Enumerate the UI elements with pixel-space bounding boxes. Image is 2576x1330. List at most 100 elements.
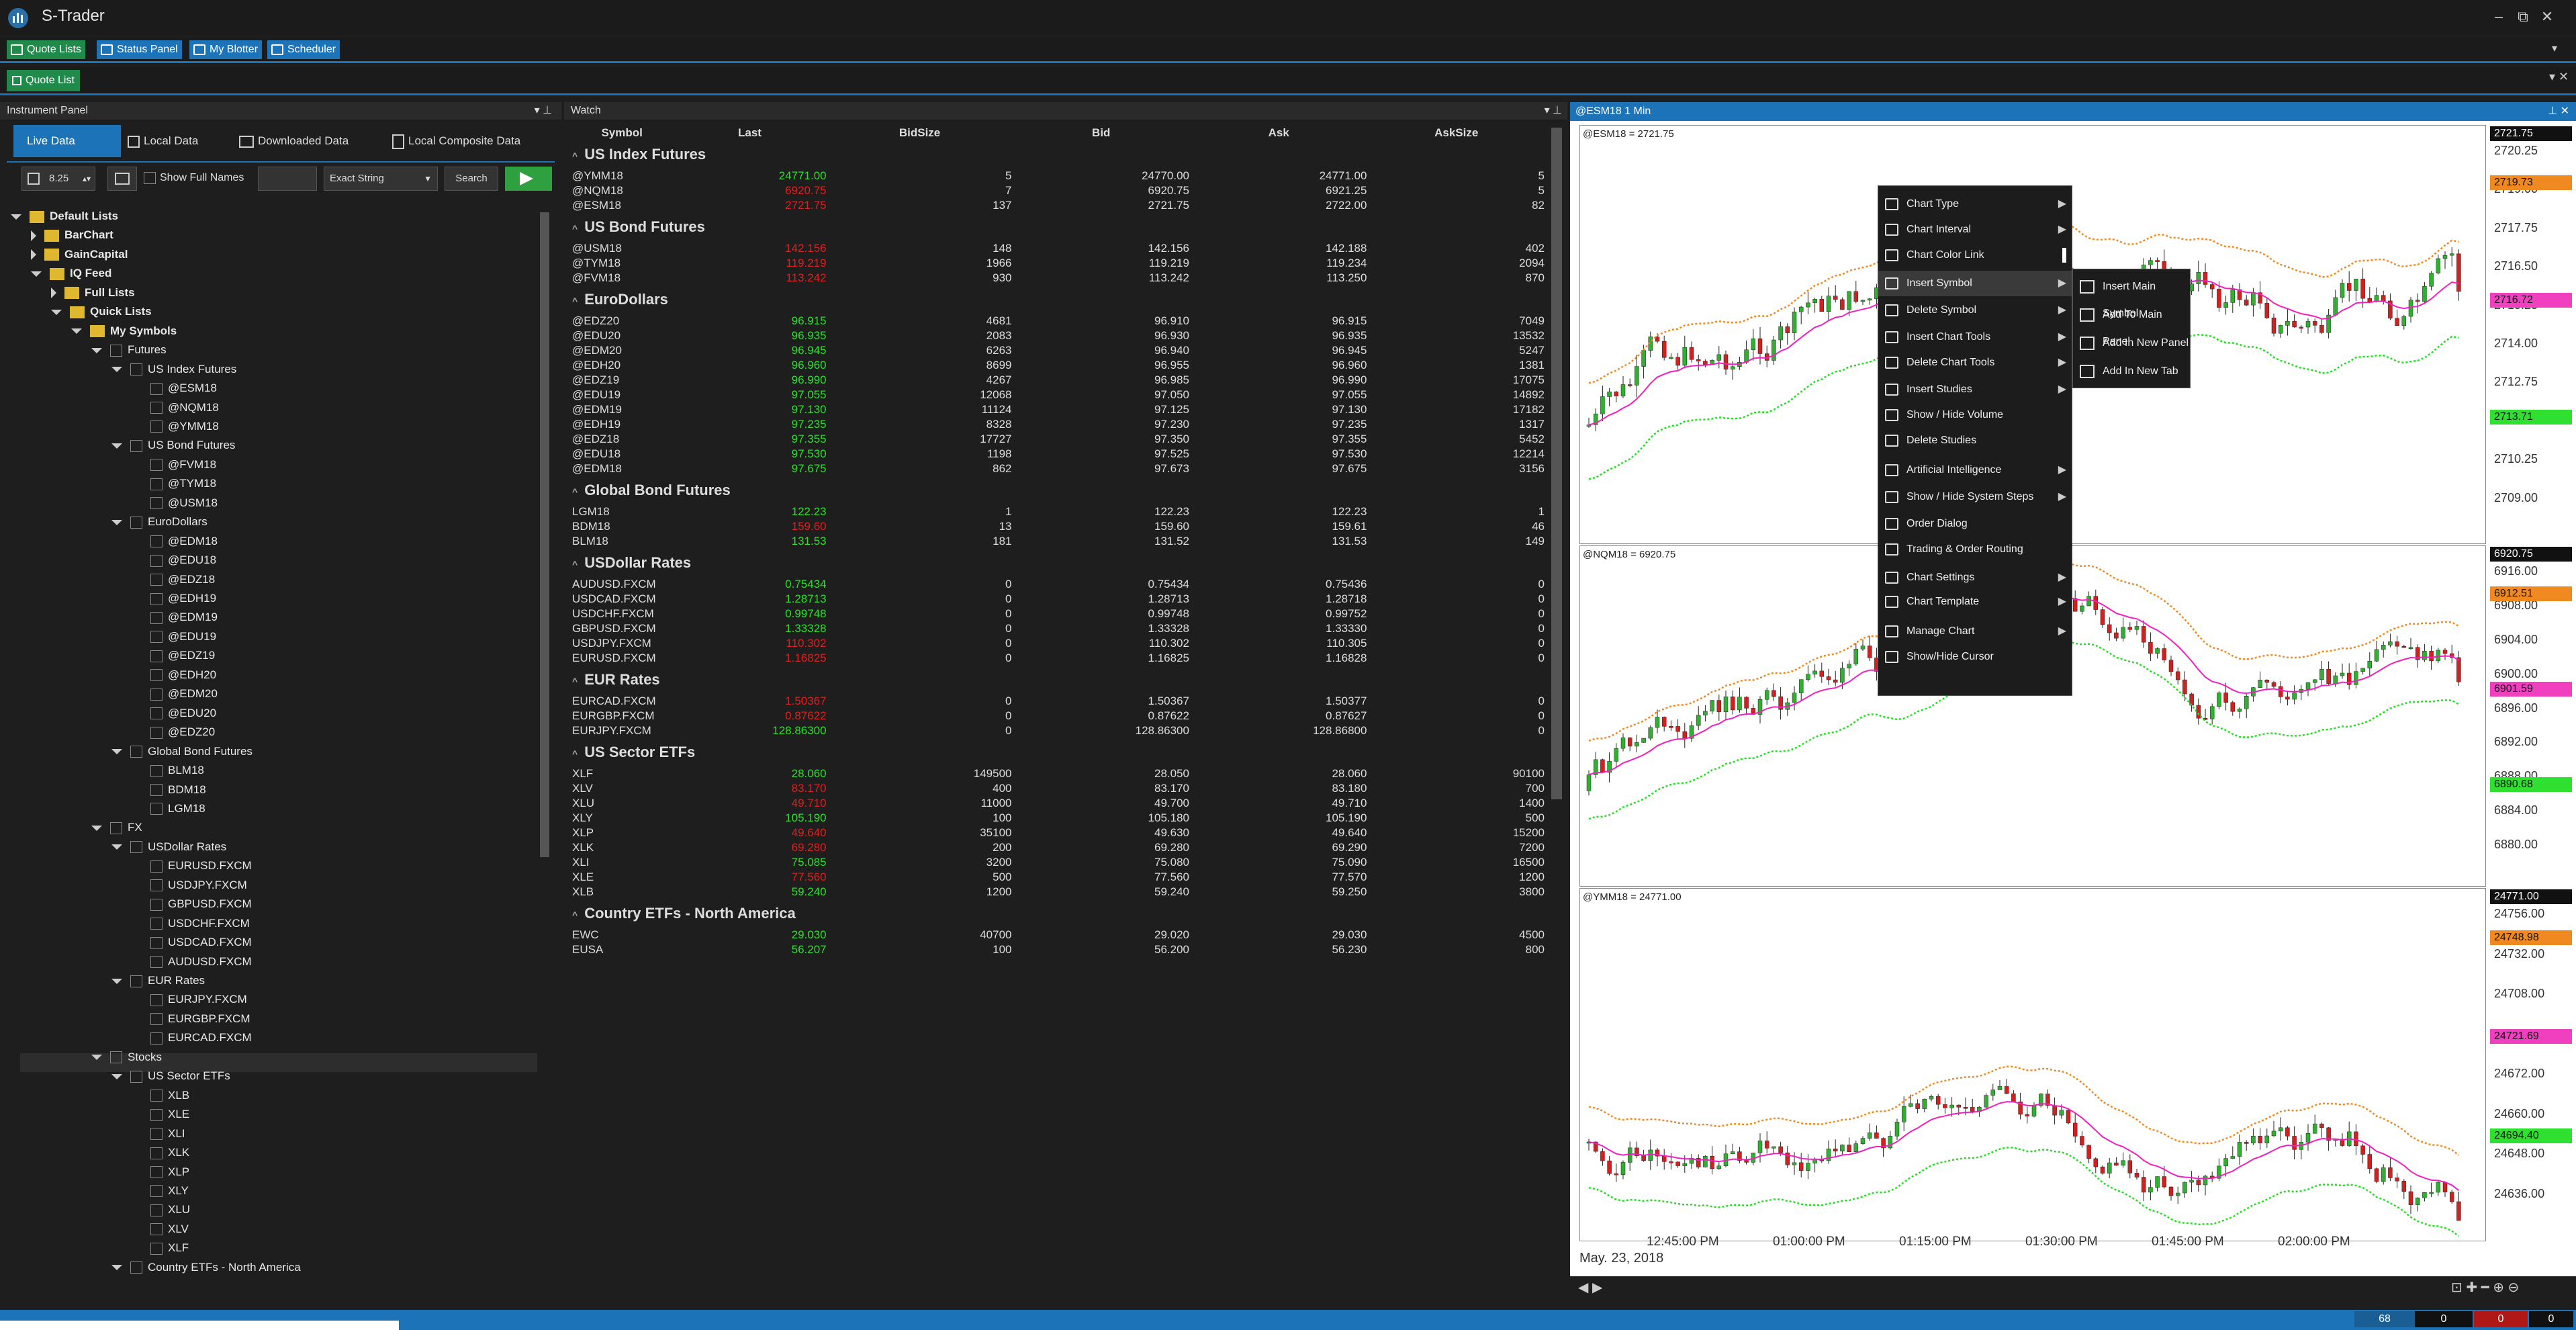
collapse-right-icon[interactable]	[31, 230, 36, 241]
collapse-group-icon[interactable]: ^	[572, 296, 578, 306]
table-row[interactable]: @NQM18 6920.75 7 6920.75 6921.25 5	[572, 184, 1545, 197]
column-header[interactable]: Ask	[1191, 126, 1367, 140]
collapse-group-icon[interactable]: ^	[572, 559, 578, 570]
table-row[interactable]: @EDM19 97.130 11124 97.125 97.130 17182	[572, 403, 1545, 416]
checkbox-icon[interactable]	[150, 535, 163, 548]
collapse-group-icon[interactable]: ^	[572, 223, 578, 234]
menu-item-insert-symbol[interactable]: Insert Symbol ▶	[1878, 271, 2072, 296]
submenu-item[interactable]: Add To Main Panel	[2073, 302, 2190, 347]
table-row[interactable]: @FVM18 113.242 930 113.242 113.250 870	[572, 271, 1545, 285]
menu-item-chart-template[interactable]: Chart Template ▶	[1878, 589, 2072, 615]
watch-scrollbar[interactable]	[1551, 128, 1562, 799]
menu-item-chart-color-link[interactable]: Chart Color Link	[1878, 242, 2072, 268]
expand-down-icon[interactable]	[111, 443, 122, 449]
table-row[interactable]: @EDZ19 96.990 4267 96.985 96.990 17075	[572, 373, 1545, 387]
table-row[interactable]: EUSA 56.207 100 56.200 56.230 800	[572, 943, 1545, 957]
checkbox-icon[interactable]	[150, 382, 163, 395]
chart-pin-close-icon[interactable]: ⊥ ✕	[2548, 102, 2569, 121]
group-row[interactable]: ^ Country ETFs - North America	[572, 900, 1545, 927]
tab-quote-list[interactable]: Quote List	[7, 70, 80, 91]
checkbox-icon[interactable]	[150, 707, 163, 720]
checkbox-icon[interactable]	[150, 1223, 163, 1236]
table-row[interactable]: EWC 29.030 40700 29.020 29.030 4500	[572, 928, 1545, 942]
table-row[interactable]: @EDM18 97.675 862 97.673 97.675 3156	[572, 462, 1545, 476]
checkbox-icon[interactable]	[150, 726, 163, 739]
tree-node[interactable]: XLI	[132, 1124, 185, 1143]
checkbox-icon[interactable]	[130, 363, 142, 376]
chart-scroll-arrows-icon[interactable]: ◀ ▶	[1578, 1279, 1602, 1296]
pin-icon[interactable]: ▾ ⊥	[1545, 102, 1562, 120]
checkbox-icon[interactable]	[150, 402, 163, 414]
checkbox-icon[interactable]	[150, 918, 163, 930]
tree-node[interactable]: AUDUSD.FXCM	[132, 952, 252, 971]
table-row[interactable]: @EDM20 96.945 6263 96.940 96.945 5247	[572, 344, 1545, 357]
chart-zoom-controls-icon[interactable]: ⊡ ✚ ━ ⊕ ⊖	[2451, 1279, 2519, 1296]
tree-node[interactable]: GainCapital	[31, 245, 128, 264]
go-button[interactable]	[505, 167, 552, 191]
collapse-group-icon[interactable]: ^	[572, 676, 578, 686]
collapse-right-icon[interactable]	[51, 287, 56, 299]
expand-down-icon[interactable]	[111, 844, 122, 850]
checkbox-icon[interactable]	[150, 956, 163, 969]
tree-node[interactable]: EuroDollars	[111, 513, 208, 531]
menu-item-delete-studies[interactable]: Delete Studies	[1878, 428, 2072, 453]
table-row[interactable]: @USM18 142.156 148 142.156 142.188 402	[572, 242, 1545, 255]
price-axis[interactable]: 24756.0024732.0024708.0024684.0024672.00…	[2487, 888, 2572, 1241]
expand-down-icon[interactable]	[91, 1055, 102, 1061]
tree-node[interactable]: EURUSD.FXCM	[132, 856, 252, 875]
tree-node[interactable]: Country ETFs - North America	[111, 1258, 301, 1277]
menu-item-trading-order-routing[interactable]: Trading & Order Routing	[1878, 537, 2072, 562]
table-row[interactable]: LGM18 122.23 1 122.23 122.23 1	[572, 505, 1545, 519]
tree-scrollbar[interactable]	[540, 212, 549, 857]
tree-node[interactable]: @EDU20	[132, 704, 216, 723]
menu-item-insert-chart-tools[interactable]: Insert Chart Tools ▶	[1878, 324, 2072, 350]
checkbox-icon[interactable]	[150, 993, 163, 1006]
checkbox-icon[interactable]	[150, 631, 163, 644]
checkbox-icon[interactable]	[150, 1185, 163, 1198]
toolbar-dropdown-icon[interactable]: ▾	[2552, 42, 2557, 55]
menu-item-insert-studies[interactable]: Insert Studies ▶	[1878, 377, 2072, 402]
tree-node[interactable]: BDM18	[132, 781, 206, 799]
tree-node[interactable]: @YMM18	[132, 417, 219, 436]
table-row[interactable]: USDCHF.FXCM 0.99748 0 0.99748 0.99752 0	[572, 607, 1545, 621]
checkbox-icon[interactable]	[130, 975, 142, 987]
status-panel-button[interactable]: Status Panel	[97, 40, 182, 59]
tree-node[interactable]: @EDM19	[132, 608, 218, 627]
tree-node[interactable]: @EDZ20	[132, 723, 215, 742]
table-row[interactable]: @ESM18 2721.75 137 2721.75 2722.00 82	[572, 199, 1545, 212]
menu-item-show-hide-system-steps[interactable]: Show / Hide System Steps ▶	[1878, 484, 2072, 510]
restore-button[interactable]: ⧉	[2513, 7, 2533, 27]
expand-down-icon[interactable]	[91, 347, 102, 353]
tab-local-composite-data[interactable]: Local Composite Data	[392, 125, 520, 157]
expand-down-icon[interactable]	[11, 214, 21, 220]
expand-down-icon[interactable]	[111, 749, 122, 755]
tree-node[interactable]: XLV	[132, 1220, 189, 1239]
collapse-right-icon[interactable]	[31, 249, 36, 261]
table-row[interactable]: XLV 83.170 400 83.170 83.180 700	[572, 782, 1545, 795]
tree-node[interactable]: XLY	[132, 1182, 189, 1200]
tree-node[interactable]: @NQM18	[132, 398, 219, 417]
checkbox-icon[interactable]	[150, 478, 163, 490]
submenu-item[interactable]: Insert Main Symbol	[2073, 273, 2190, 319]
checkbox-icon[interactable]	[150, 574, 163, 586]
menu-item-chart-type[interactable]: Chart Type ▶	[1878, 191, 2072, 217]
table-row[interactable]: AUDUSD.FXCM 0.75434 0 0.75434 0.75436 0	[572, 578, 1545, 591]
tree-node[interactable]: @USM18	[132, 494, 218, 513]
checkbox-icon[interactable]	[150, 497, 163, 510]
tree-node[interactable]: My Symbols	[71, 322, 177, 341]
show-full-names-checkbox[interactable]: Show Full Names	[144, 172, 244, 184]
checkbox-icon[interactable]	[130, 746, 142, 758]
search-input[interactable]	[258, 167, 317, 191]
menu-item-show-hide-cursor[interactable]: Show/Hide Cursor	[1878, 644, 2072, 670]
price-axis[interactable]: 2720.252719.002717.752716.502715.252714.…	[2487, 125, 2572, 544]
tree-node[interactable]: XLP	[132, 1163, 189, 1182]
menu-item-show-hide-volume[interactable]: Show / Hide Volume	[1878, 402, 2072, 428]
spinner-arrows-icon[interactable]: ▴▾	[83, 167, 91, 190]
tree-node[interactable]: XLE	[132, 1105, 189, 1124]
checkbox-icon[interactable]	[150, 898, 163, 911]
group-row[interactable]: ^ US Index Futures	[572, 141, 1545, 168]
checkbox-icon[interactable]	[150, 1128, 163, 1141]
chart-pane[interactable]: @YMM18 = 24771.00	[1579, 888, 2486, 1241]
tree-node[interactable]: FX	[91, 818, 142, 837]
checkbox-icon[interactable]	[150, 1090, 163, 1102]
